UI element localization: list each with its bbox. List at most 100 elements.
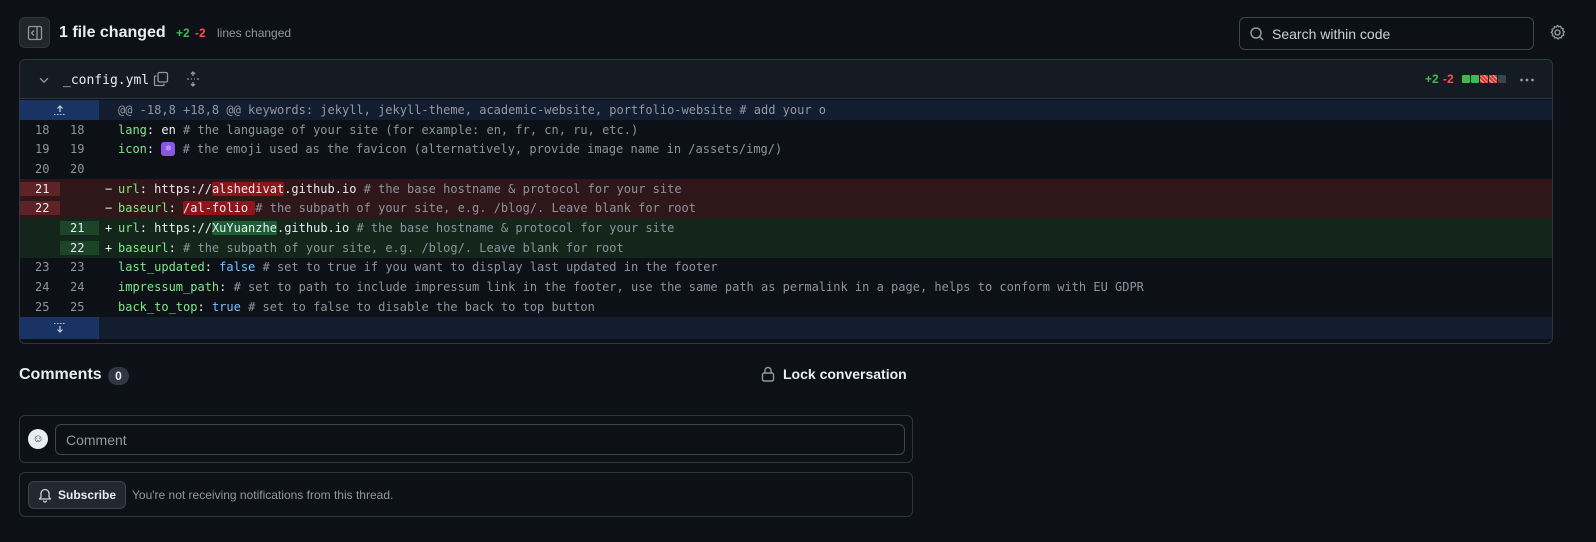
comment-composer: ☺ [19, 415, 913, 463]
yaml-key: impressum_path [118, 280, 220, 295]
subscribe-label: Subscribe [58, 488, 117, 502]
chevron-down-icon[interactable] [37, 73, 51, 87]
code-line: − url: https://alshedivat .github.io # the… [99, 181, 682, 196]
code-line: last_updated: false # set to true if you… [99, 260, 718, 274]
code-line: − baseurl: /al-folio # the subpath of you… [99, 201, 696, 216]
diff-line-deleted: 22 − baseurl: /al-folio # the subpath of y… [20, 198, 1552, 219]
old-line-number[interactable]: 21 [20, 181, 60, 196]
old-line-number[interactable]: 25 [20, 300, 60, 314]
yaml-value-suffix: .github.io [284, 181, 357, 196]
new-line-number[interactable]: 18 [60, 123, 99, 137]
yaml-key: icon [118, 142, 147, 157]
yaml-value-prefix: https:// [154, 220, 212, 235]
diff-marker: − [105, 181, 113, 196]
search-icon [1250, 27, 1264, 41]
old-line-number[interactable]: 18 [20, 123, 60, 137]
new-line-number[interactable]: 21 [60, 220, 99, 235]
hunk-header-text: @@ -18,8 +18,8 @@ keywords: jekyll, jeky… [118, 102, 827, 117]
yaml-separator: : [146, 142, 162, 157]
file-name[interactable]: _config.yml [63, 73, 149, 88]
new-line-number[interactable]: 20 [60, 162, 99, 176]
expand-down-button[interactable] [20, 316, 99, 339]
yaml-key: lang [118, 122, 147, 137]
expand-up-button[interactable] [20, 100, 99, 120]
yaml-comment: # the base hostname & protocol for your … [356, 181, 682, 196]
old-line-number[interactable]: 24 [20, 280, 60, 294]
diff-marker [105, 260, 118, 274]
diffstat-square-del [1480, 75, 1488, 83]
file-tree-toggle-button[interactable] [19, 17, 50, 48]
diff-marker [105, 280, 118, 294]
old-line-number[interactable]: 20 [20, 162, 60, 176]
yaml-separator: : [168, 201, 184, 216]
old-line-number[interactable]: 23 [20, 260, 60, 274]
diffstat-square-add [1471, 75, 1479, 83]
deletions-count: -2 [195, 26, 206, 40]
lock-conversation-button[interactable]: Lock conversation [761, 366, 907, 382]
yaml-value-prefix: https:// [154, 181, 212, 196]
file-diff: _config.yml +2 -2 @@ -18,8 +18,8 @@ keyw… [19, 59, 1553, 344]
diff-line-context: 24 24 impressum_path: # set to path to in… [20, 277, 1552, 297]
code-line: + url: https://XuYuanzhe .github.io # the … [99, 220, 674, 235]
expand-down-icon [53, 322, 66, 333]
yaml-value-suffix: .github.io [276, 220, 350, 235]
yaml-key: baseurl [118, 201, 169, 216]
bell-icon [38, 488, 52, 503]
comment-input[interactable] [55, 424, 905, 455]
hunk-header-row: @@ -18,8 +18,8 @@ keywords: jekyll, jeky… [20, 100, 1552, 120]
subscription-panel: Subscribe You're not receiving notificat… [19, 472, 913, 517]
diff-line-context: 25 25 back_to_top: true # set to false to… [20, 297, 1552, 317]
new-line-number[interactable]: 19 [60, 142, 99, 156]
diffstat-square-del [1489, 75, 1497, 83]
old-line-number[interactable]: 19 [20, 142, 60, 156]
diffstat-square-add [1462, 75, 1470, 83]
search-input[interactable] [1272, 18, 1527, 49]
new-line-number[interactable]: 24 [60, 280, 99, 294]
diff-line-deleted: 21 − url: https://alshedivat .github.io # t… [20, 178, 1552, 199]
changed-token: XuYuanzhe [211, 220, 277, 235]
subscribe-button[interactable]: Subscribe [28, 481, 127, 509]
expand-all-icon[interactable] [185, 71, 201, 87]
diff-marker: + [105, 220, 113, 235]
diff-marker [105, 142, 118, 156]
yaml-comment: # the language of your site (for example… [175, 122, 639, 137]
diff-line-added: 22 + baseurl: # the subpath of your site, … [20, 237, 1552, 258]
old-line-number[interactable]: 22 [20, 201, 60, 216]
diff-marker: + [105, 240, 113, 255]
gear-icon[interactable] [1549, 24, 1566, 41]
yaml-separator: : [139, 220, 155, 235]
yaml-comment: # set to false to disable the back to to… [240, 299, 595, 314]
kebab-menu-icon[interactable] [1519, 72, 1535, 88]
yaml-key: back_to_top [118, 299, 198, 314]
diff-line-context: 18 18 lang: en # the language of your sit… [20, 120, 1552, 140]
file-deletions: -2 [1443, 72, 1454, 86]
yaml-value: true [211, 299, 241, 314]
lines-changed-label: lines changed [217, 26, 292, 40]
yaml-comment: # set to true if you want to display las… [255, 260, 718, 275]
lock-conversation-label: Lock conversation [783, 366, 907, 382]
diff-line-added: 21 + url: https://XuYuanzhe .github.io # th… [20, 218, 1552, 238]
diff-line-context: 23 23 last_updated: false # set to true i… [20, 258, 1552, 278]
yaml-separator: : [168, 240, 184, 255]
yaml-comment: # the subpath of your site, e.g. /blog/.… [255, 201, 696, 216]
yaml-separator: : [204, 260, 220, 275]
notification-status-text: You're not receiving notifications from … [132, 488, 394, 502]
new-line-number[interactable]: 23 [60, 260, 99, 274]
yaml-separator: : [197, 299, 212, 314]
lock-icon [761, 366, 775, 382]
files-changed-title: 1 file changed [59, 24, 166, 41]
new-line-number[interactable]: 25 [60, 300, 99, 314]
code-line: + baseurl: # the subpath of your site, e.… [99, 241, 624, 255]
yaml-separator: : [139, 181, 155, 196]
diff-line-context: 19 19 icon: ⚛ # the emoji used as the fav… [20, 139, 1552, 159]
diff-marker: − [105, 201, 113, 216]
new-line-number[interactable]: 22 [60, 240, 99, 255]
diff-rows: @@ -18,8 +18,8 @@ keywords: jekyll, jeky… [20, 100, 1552, 339]
code-line: impressum_path: # set to path to include… [99, 280, 1144, 294]
diff-line-context: 20 20 [20, 159, 1552, 179]
copy-icon[interactable] [153, 71, 169, 87]
file-additions: +2 [1425, 72, 1439, 86]
toolbar: 1 file changed +2 -2 lines changed [19, 17, 1577, 51]
yaml-key: url [118, 220, 140, 235]
yaml-key: last_updated [118, 260, 205, 275]
